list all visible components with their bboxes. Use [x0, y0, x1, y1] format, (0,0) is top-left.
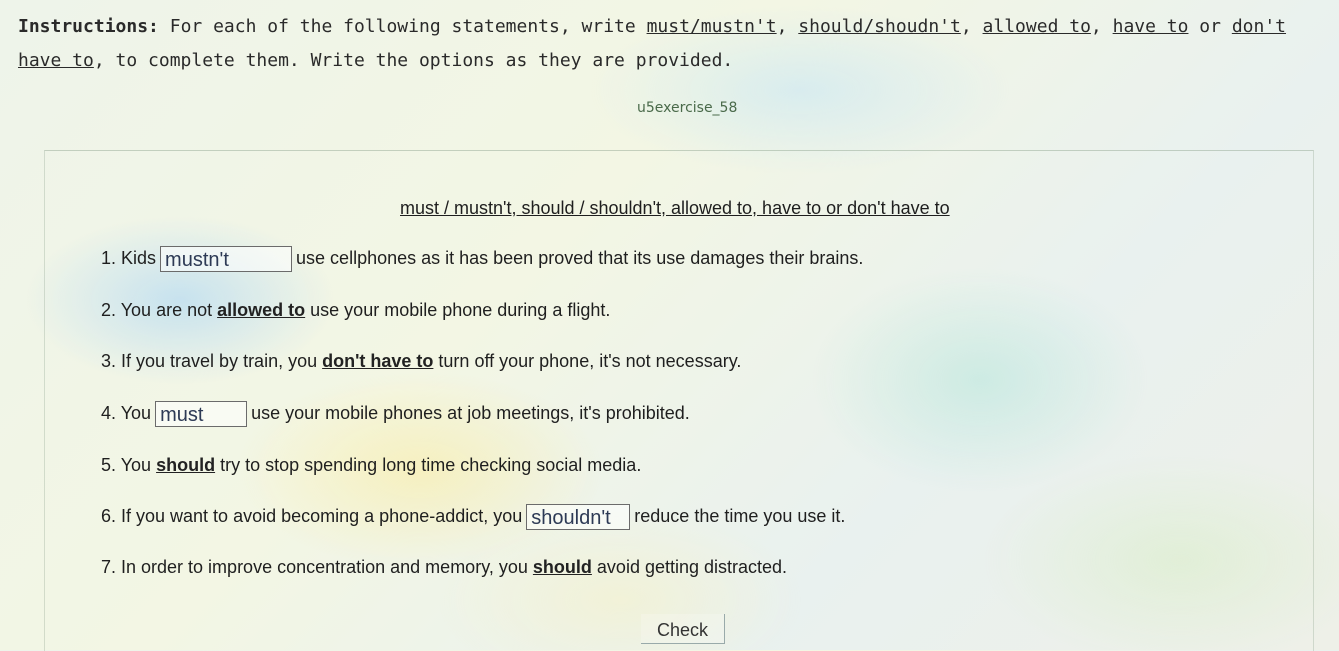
- option-have-to: have to: [1112, 16, 1189, 37]
- item-6-post: reduce the time you use it.: [634, 506, 846, 526]
- item-3-answer: don't have to: [322, 351, 434, 371]
- item-7-pre: 7. In order to improve concentration and…: [101, 557, 528, 577]
- item-4-gap-input[interactable]: must: [155, 401, 248, 428]
- item-5-post: try to stop spending long time checking …: [220, 455, 642, 475]
- item-6: 6. If you want to avoid becoming a phone…: [101, 503, 846, 531]
- item-6-gap-input[interactable]: shouldn't: [526, 504, 631, 531]
- item-3-pre: 3. If you travel by train, you: [101, 351, 318, 371]
- item-2: 2. You are not allowed to use your mobil…: [101, 297, 610, 323]
- item-1-pre: 1. Kids: [101, 248, 157, 268]
- item-6-pre: 6. If you want to avoid becoming a phone…: [101, 506, 523, 526]
- instructions: Instructions: For each of the following …: [18, 10, 1328, 78]
- check-button[interactable]: Check: [641, 614, 725, 644]
- item-5: 5. You should try to stop spending long …: [101, 452, 641, 478]
- item-5-pre: 5. You: [101, 455, 152, 475]
- item-2-answer: allowed to: [217, 300, 306, 320]
- option-must: must/mustn't: [646, 16, 777, 37]
- item-4: 4. You must use your mobile phones at job …: [101, 400, 690, 428]
- item-2-post: use your mobile phone during a flight.: [310, 300, 611, 320]
- instructions-sep: ,: [960, 16, 983, 37]
- option-should: should/shoudn't: [798, 16, 961, 37]
- item-2-pre: 2. You are not: [101, 300, 213, 320]
- item-5-answer: should: [156, 455, 216, 475]
- item-7-post: avoid getting distracted.: [596, 557, 788, 577]
- item-3: 3. If you travel by train, you don't hav…: [101, 348, 741, 374]
- item-7: 7. In order to improve concentration and…: [101, 554, 787, 580]
- exercise-id: u5exercise_58: [637, 100, 738, 116]
- instructions-label: Instructions:: [18, 16, 159, 37]
- item-7-answer: should: [532, 557, 592, 577]
- item-3-post: turn off your phone, it's not necessary.: [438, 351, 742, 371]
- item-1-post: use cellphones as it has been proved tha…: [296, 248, 864, 268]
- item-1-gap-input[interactable]: mustn't: [160, 246, 293, 273]
- instructions-sep: or: [1188, 16, 1232, 37]
- item-4-pre: 4. You: [101, 403, 152, 423]
- item-4-post: use your mobile phones at job meetings, …: [251, 403, 690, 423]
- item-1: 1. Kids mustn't use cellphones as it has b…: [101, 245, 864, 273]
- instructions-sep: ,: [1090, 16, 1113, 37]
- instructions-sep: ,: [776, 16, 799, 37]
- options-line: must / mustn't, should / shouldn't, allo…: [400, 198, 950, 218]
- option-allowed-to: allowed to: [982, 16, 1091, 37]
- instructions-text-before: For each of the following statements, wr…: [158, 16, 647, 37]
- instructions-text-after: , to complete them. Write the options as…: [93, 50, 734, 71]
